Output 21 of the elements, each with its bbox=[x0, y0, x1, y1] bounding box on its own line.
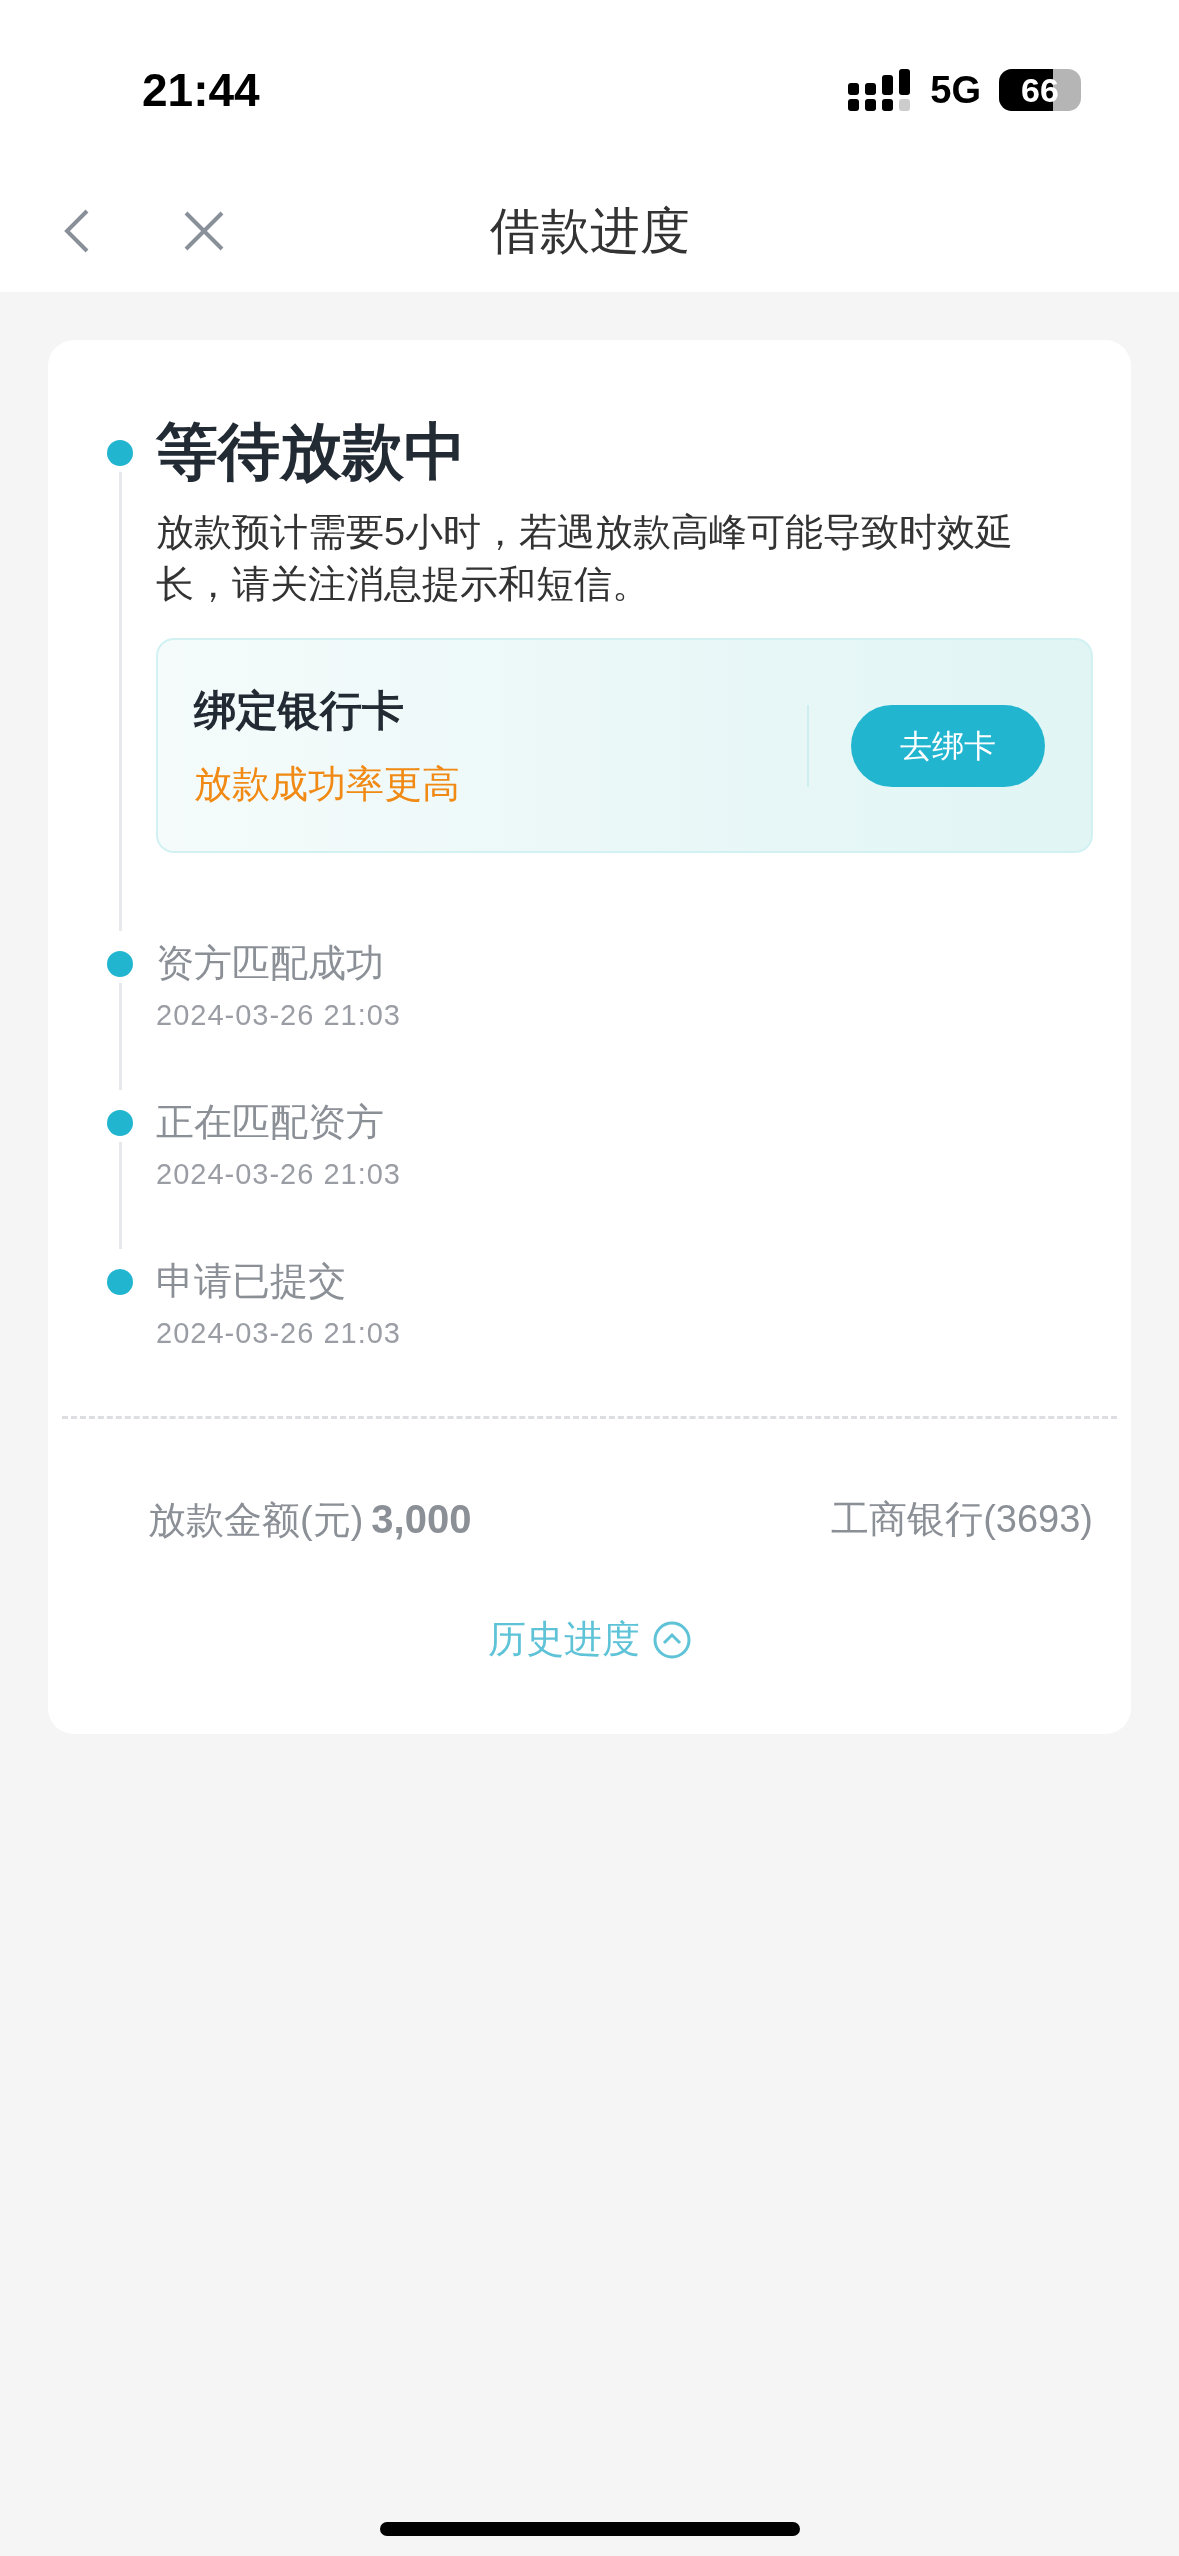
bind-card-title: 绑定银行卡 bbox=[194, 685, 405, 736]
current-step-description: 放款预计需要5小时，若遇放款高峰可能导致时效延长，请关注消息提示和短信。 bbox=[156, 510, 1015, 607]
signal-icon bbox=[848, 69, 913, 111]
page-title: 借款进度 bbox=[489, 201, 690, 261]
bind-card-subtitle: 放款成功率更高 bbox=[194, 761, 460, 807]
step-title: 资方匹配成功 bbox=[156, 941, 385, 986]
close-icon[interactable] bbox=[184, 211, 224, 251]
network-label: 5G bbox=[930, 67, 981, 113]
back-icon[interactable] bbox=[64, 209, 90, 253]
bank-account: 工商银行(3693) bbox=[831, 1496, 1093, 1542]
amount-label: 放款金额(元) bbox=[148, 1498, 364, 1543]
step-time: 2024-03-26 21:03 bbox=[156, 998, 402, 1033]
amount-value: 3,000 bbox=[371, 1496, 472, 1543]
step-time: 2024-03-26 21:03 bbox=[156, 1157, 402, 1192]
current-step-title: 等待放款中 bbox=[156, 416, 467, 488]
step-time: 2024-03-26 21:03 bbox=[156, 1316, 402, 1351]
bind-card-button[interactable]: 去绑卡 bbox=[851, 704, 1045, 787]
status-time: 21:44 bbox=[142, 62, 260, 118]
step-title: 申请已提交 bbox=[156, 1259, 347, 1304]
history-link[interactable]: 历史进度 bbox=[487, 1611, 692, 1668]
step-title: 正在匹配资方 bbox=[156, 1100, 385, 1145]
